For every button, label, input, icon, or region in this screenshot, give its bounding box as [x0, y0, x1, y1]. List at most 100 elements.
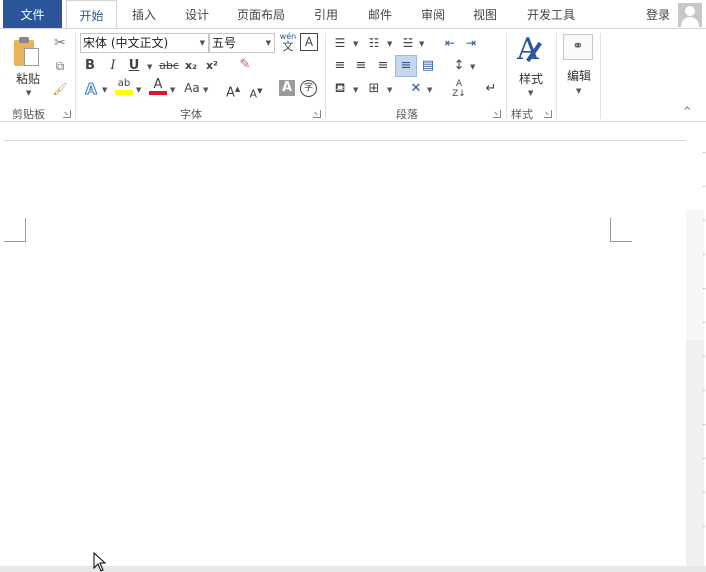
align-left-icon[interactable]: ≡ — [332, 58, 348, 74]
phonetic-guide-char: 文 — [282, 40, 294, 53]
justify-icon: ≡ — [400, 58, 412, 73]
find-icon[interactable]: ⚭ — [563, 34, 593, 60]
group-divider — [600, 33, 601, 119]
tab-mailings[interactable]: 邮件 — [358, 0, 402, 28]
tab-view[interactable]: 视图 — [463, 0, 507, 28]
borders-dropdown-icon[interactable]: ▼ — [387, 86, 392, 94]
group-label-clipboard: 剪贴板 — [12, 108, 45, 121]
styles-dropdown-icon[interactable]: ▼ — [528, 89, 533, 97]
subscript-button[interactable]: x₂ — [183, 58, 199, 74]
tab-page-layout[interactable]: 页面布局 — [229, 0, 293, 28]
text-effects-icon[interactable]: A — [83, 81, 99, 98]
right-margin-marker — [610, 218, 632, 242]
chinese-layout-icon[interactable]: ✕ — [407, 81, 425, 97]
strikethrough-button[interactable]: abc — [158, 58, 180, 74]
tab-design[interactable]: 设计 — [175, 0, 219, 28]
group-label-styles: 样式 — [511, 108, 533, 121]
tab-references[interactable]: 引用 — [304, 0, 348, 28]
paste-button-label[interactable]: 粘贴 — [14, 70, 42, 87]
styles-launcher-icon[interactable] — [544, 110, 552, 118]
borders-icon[interactable]: ⊞ — [366, 81, 382, 97]
mouse-pointer-icon — [93, 552, 107, 572]
grow-font-label: A — [226, 85, 235, 101]
page-top-edge — [4, 140, 686, 141]
tab-developer[interactable]: 开发工具 — [517, 0, 585, 28]
line-spacing-icon[interactable]: ↕ — [451, 58, 467, 74]
bullets-icon[interactable]: ☰ — [332, 35, 348, 51]
copy-icon[interactable]: ⧉ — [52, 58, 68, 74]
underline-dropdown-icon[interactable]: ▼ — [147, 63, 152, 71]
ribbon-tab-bar: 文件 开始 插入 设计 页面布局 引用 邮件 审阅 视图 开发工具 登录 — [0, 0, 706, 29]
tab-insert[interactable]: 插入 — [122, 0, 166, 28]
shading-dropdown-icon[interactable]: ▼ — [353, 86, 358, 94]
sort-icon[interactable]: A Z↓ — [451, 79, 467, 99]
font-size-select[interactable]: 五号 ▼ — [209, 33, 275, 53]
change-case-button[interactable]: Aa — [182, 80, 202, 96]
paste-icon[interactable] — [14, 37, 40, 67]
show-marks-icon[interactable]: ↵ — [483, 81, 499, 97]
group-label-paragraph: 段落 — [396, 108, 418, 121]
tab-review[interactable]: 审阅 — [411, 0, 455, 28]
paragraph-launcher-icon[interactable] — [493, 110, 501, 118]
highlight-color-icon[interactable]: ab — [115, 78, 133, 95]
chinese-layout-dropdown-icon[interactable]: ▼ — [427, 86, 432, 94]
highlight-dropdown-icon[interactable]: ▼ — [136, 86, 141, 94]
underline-button[interactable]: U — [127, 58, 141, 74]
font-color-icon[interactable]: A — [149, 78, 167, 95]
numbering-dropdown-icon[interactable]: ▼ — [387, 40, 392, 48]
group-label-font: 字体 — [180, 108, 202, 121]
multilevel-list-icon[interactable]: ☱ — [399, 35, 417, 51]
group-divider — [506, 33, 507, 119]
distributed-icon[interactable]: ▤ — [420, 58, 436, 74]
change-case-dropdown-icon[interactable]: ▼ — [203, 86, 208, 94]
scrollbar-thumb[interactable] — [686, 210, 704, 340]
align-center-icon[interactable]: ≡ — [353, 58, 369, 74]
character-shading-button[interactable]: A — [279, 80, 295, 96]
left-margin-marker — [4, 218, 26, 242]
increase-indent-icon[interactable]: ⇥ — [462, 35, 480, 51]
text-effects-dropdown-icon[interactable]: ▼ — [102, 86, 107, 94]
font-size-value: 五号 — [212, 36, 237, 50]
grow-font-button[interactable]: A▲ — [226, 81, 240, 101]
styles-button-label[interactable]: 样式 — [515, 70, 547, 87]
editing-button-label[interactable]: 编辑 — [562, 67, 596, 84]
shrink-font-button[interactable]: A▼ — [249, 83, 263, 103]
group-divider — [556, 33, 557, 119]
font-name-select[interactable]: 宋体 (中文正文) ▼ — [80, 33, 209, 53]
paste-dropdown-icon[interactable]: ▼ — [26, 89, 31, 97]
font-launcher-icon[interactable] — [313, 110, 321, 118]
font-name-value: 宋体 (中文正文) — [83, 36, 169, 50]
decrease-indent-icon[interactable]: ⇤ — [441, 35, 459, 51]
align-right-icon[interactable]: ≡ — [375, 58, 391, 74]
chevron-down-icon: ▼ — [265, 39, 271, 47]
editing-dropdown-icon[interactable]: ▼ — [576, 87, 581, 95]
shading-bucket-icon[interactable]: ⛾ — [332, 81, 348, 97]
superscript-button[interactable]: x² — [204, 58, 220, 74]
document-area[interactable] — [0, 122, 706, 572]
phonetic-guide-icon[interactable]: wén 文 — [279, 32, 297, 52]
ribbon-home: 粘贴 ▼ ✂ ⧉ 🖌 剪贴板 宋体 (中文正文) ▼ 五号 ▼ wén 文 A … — [0, 28, 706, 122]
avatar-icon[interactable] — [678, 3, 702, 27]
tab-home[interactable]: 开始 — [66, 0, 117, 29]
multilevel-dropdown-icon[interactable]: ▼ — [419, 40, 424, 48]
justify-button[interactable]: ≡ — [395, 55, 417, 77]
bullets-dropdown-icon[interactable]: ▼ — [353, 40, 358, 48]
format-painter-icon[interactable]: 🖌 — [52, 81, 68, 97]
cut-icon[interactable]: ✂ — [52, 35, 68, 51]
clipboard-launcher-icon[interactable] — [63, 110, 71, 118]
line-spacing-dropdown-icon[interactable]: ▼ — [470, 63, 475, 71]
group-divider — [325, 33, 326, 119]
font-color-dropdown-icon[interactable]: ▼ — [170, 86, 175, 94]
clear-formatting-icon[interactable]: ✎ — [236, 57, 254, 73]
font-color-letter: A — [153, 77, 163, 92]
collapse-ribbon-icon[interactable]: ^ — [683, 106, 691, 117]
binoculars-icon: ⚭ — [572, 39, 584, 54]
numbering-icon[interactable]: ☷ — [366, 35, 382, 51]
shrink-font-label: A — [249, 87, 258, 101]
sign-in-link[interactable]: 登录 — [646, 0, 670, 28]
enclose-characters-button[interactable]: 字 — [300, 80, 317, 97]
italic-button[interactable]: I — [106, 58, 120, 74]
tab-file[interactable]: 文件 — [3, 0, 62, 28]
character-border-icon[interactable]: A — [300, 33, 318, 51]
bold-button[interactable]: B — [83, 58, 97, 74]
